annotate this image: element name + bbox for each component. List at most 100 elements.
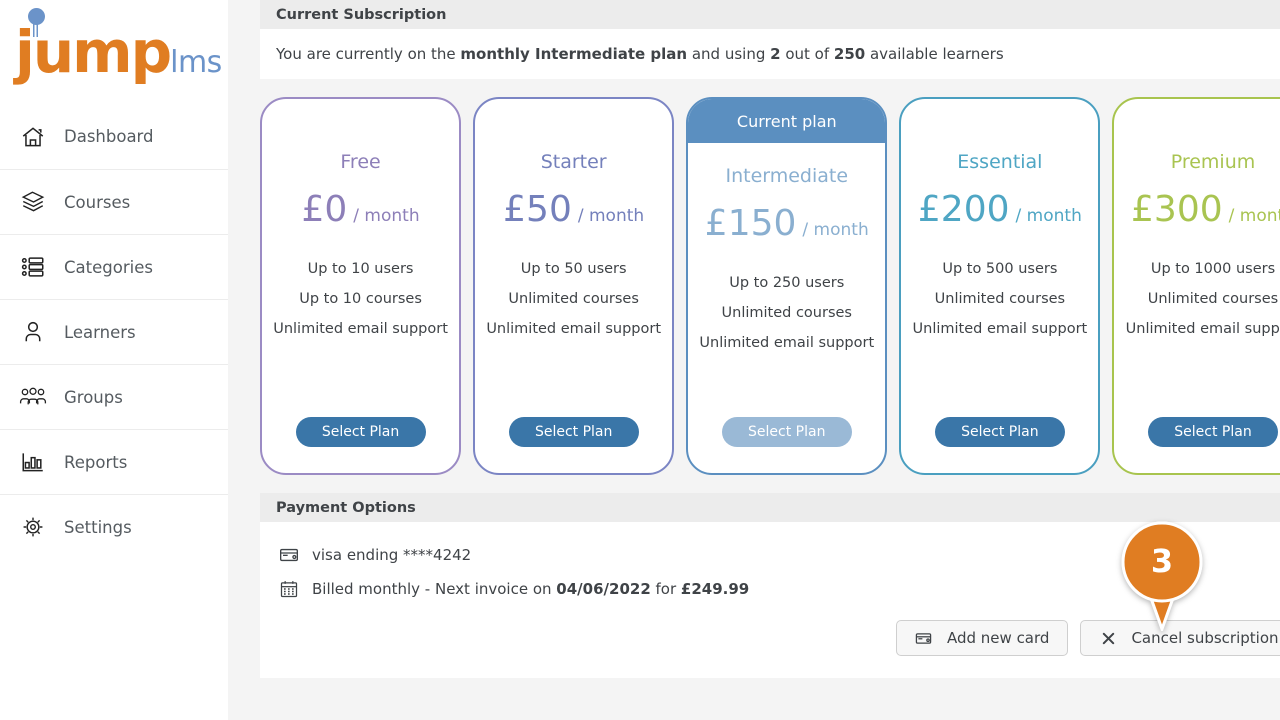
select-plan-button[interactable]: Select Plan — [934, 417, 1065, 447]
close-icon — [1099, 629, 1117, 647]
saved-card-text: visa ending ****4242 — [312, 546, 472, 564]
plan-feature: Unlimited courses — [1147, 291, 1279, 307]
user-icon — [18, 317, 48, 347]
app-root: jumplms Dashboard Courses Categories Lea… — [0, 0, 1280, 720]
home-icon — [18, 122, 48, 152]
billing-mid: for — [650, 580, 681, 598]
plan-price-row: £0/ month — [301, 189, 419, 230]
sidebar-item-label: Groups — [64, 387, 123, 407]
select-plan-button[interactable]: Select Plan — [295, 417, 426, 447]
subscription-summary: You are currently on the monthly Interme… — [260, 29, 1280, 79]
summary-of: out of — [780, 45, 834, 63]
plan-card-body: Intermediate £150/ month Up to 250 users Un… — [694, 143, 880, 467]
plan-name: Free — [340, 151, 381, 173]
books-stack-icon — [18, 187, 48, 217]
bar-chart-icon — [18, 447, 48, 477]
plan-features: Up to 10 users Up to 10 courses Unlimited … — [273, 254, 448, 344]
plan-price-row: £150/ month — [705, 203, 869, 244]
plan-name: Starter — [540, 151, 607, 173]
summary-mid: and using — [687, 45, 771, 63]
sidebar-nav: Dashboard Courses Categories Learners Gr… — [0, 104, 228, 559]
panel-title: Payment Options — [260, 493, 1280, 522]
sidebar-item-groups[interactable]: Groups — [0, 364, 228, 429]
summary-total: 250 — [833, 45, 866, 63]
plan-card-body: Starter £50/ month Up to 50 users Unlimited… — [475, 99, 672, 473]
sidebar-item-label: Learners — [64, 322, 136, 342]
plan-period: / month — [577, 206, 645, 226]
brand-logo[interactable]: jumplms — [0, 0, 228, 100]
sidebar-item-courses[interactable]: Courses — [0, 169, 228, 234]
plan-feature: Up to 1000 users — [1150, 261, 1276, 277]
sidebar-item-reports[interactable]: Reports — [0, 429, 228, 494]
plan-name: Essential — [957, 151, 1043, 173]
plan-price: £200 — [917, 189, 1010, 230]
plan-features: Up to 1000 users Unlimited courses Unlimit… — [1126, 254, 1280, 344]
select-plan-button[interactable]: Select Plan — [1147, 417, 1278, 447]
logo-text: jumplms — [15, 18, 222, 86]
current-plan-ribbon: Current plan — [688, 99, 886, 143]
sidebar: jumplms Dashboard Courses Categories Lea… — [0, 0, 228, 720]
plan-card-starter: Starter £50/ month Up to 50 users Unlimited… — [473, 97, 675, 475]
plan-name: Premium — [1170, 151, 1256, 173]
list-icon — [18, 252, 48, 282]
billing-date: 04/06/2022 — [556, 580, 651, 598]
add-new-card-button[interactable]: Add new card — [895, 620, 1069, 656]
sidebar-item-label: Reports — [64, 452, 128, 472]
plan-feature: Unlimited email support — [1125, 321, 1280, 337]
sidebar-item-categories[interactable]: Categories — [0, 234, 228, 299]
plan-features: Up to 250 users Unlimited courses Unlimite… — [699, 268, 874, 358]
plan-card-intermediate: Current plan Intermediate £150/ month Up to… — [686, 97, 888, 475]
sidebar-item-label: Dashboard — [64, 127, 154, 146]
plan-features: Up to 50 users Unlimited courses Unlimited… — [486, 254, 661, 344]
plan-period: / month — [1015, 206, 1082, 226]
plan-card-body: Premium £300/ month Up to 1000 users Unlimi… — [1114, 99, 1280, 473]
plan-feature: Unlimited courses — [508, 291, 639, 307]
add-new-card-label: Add new card — [946, 629, 1050, 647]
plan-price: £150 — [704, 203, 797, 244]
calendar-icon — [278, 578, 300, 600]
plan-feature: Unlimited courses — [721, 305, 852, 321]
sidebar-item-label: Courses — [64, 192, 131, 212]
logo-primary: jump — [15, 18, 172, 86]
select-plan-button[interactable]: Select Plan — [508, 417, 639, 447]
plan-feature: Up to 10 users — [307, 261, 414, 277]
credit-card-icon — [278, 544, 300, 566]
summary-prefix: You are currently on the — [276, 45, 461, 63]
subscription-summary-text: You are currently on the monthly Interme… — [276, 45, 1280, 63]
plan-card-essential: Essential £200/ month Up to 500 users Unlim… — [899, 97, 1101, 475]
sidebar-item-settings[interactable]: Settings — [0, 494, 228, 559]
billing-text: Billed monthly - Next invoice on 04/06/2… — [312, 580, 749, 598]
plan-price-row: £300/ month — [1131, 189, 1280, 230]
sidebar-item-learners[interactable]: Learners — [0, 299, 228, 364]
plan-feature: Unlimited courses — [934, 291, 1066, 307]
plan-period: / month — [802, 220, 869, 240]
plan-feature: Unlimited email support — [273, 321, 448, 337]
plan-feature: Up to 500 users — [942, 261, 1058, 277]
summary-suffix: available learners — [865, 45, 1004, 63]
logo-secondary: lms — [170, 45, 222, 80]
current-subscription-panel: Current Subscription You are currently o… — [260, 0, 1280, 79]
plan-price: £0 — [301, 189, 348, 230]
plan-feature: Up to 10 courses — [299, 291, 422, 307]
plan-feature: Unlimited email support — [486, 321, 662, 337]
gear-icon — [18, 512, 48, 542]
plan-feature: Up to 50 users — [520, 261, 627, 277]
plan-period: / month — [1228, 206, 1280, 226]
summary-used: 2 — [770, 45, 781, 63]
panel-title: Current Subscription — [260, 0, 1280, 29]
plan-card-body: Essential £200/ month Up to 500 users Unlim… — [901, 99, 1098, 473]
billing-prefix: Billed monthly - Next invoice on — [312, 580, 557, 598]
credit-card-icon — [915, 629, 933, 647]
users-group-icon — [18, 382, 48, 412]
summary-plan: monthly Intermediate plan — [460, 45, 688, 63]
select-plan-button: Select Plan — [721, 417, 852, 447]
sidebar-item-dashboard[interactable]: Dashboard — [0, 104, 228, 169]
plan-price-row: £50/ month — [503, 189, 644, 230]
plan-feature: Up to 250 users — [729, 275, 845, 291]
billing-amount: £249.99 — [680, 580, 750, 598]
plan-feature: Unlimited email support — [912, 321, 1088, 337]
plan-period: / month — [353, 206, 420, 226]
plan-card-premium: Premium £300/ month Up to 1000 users Unlimi… — [1112, 97, 1280, 475]
plan-card-body: Free £0/ month Up to 10 users Up to 10 cour… — [262, 99, 459, 473]
sidebar-item-label: Settings — [64, 517, 132, 537]
